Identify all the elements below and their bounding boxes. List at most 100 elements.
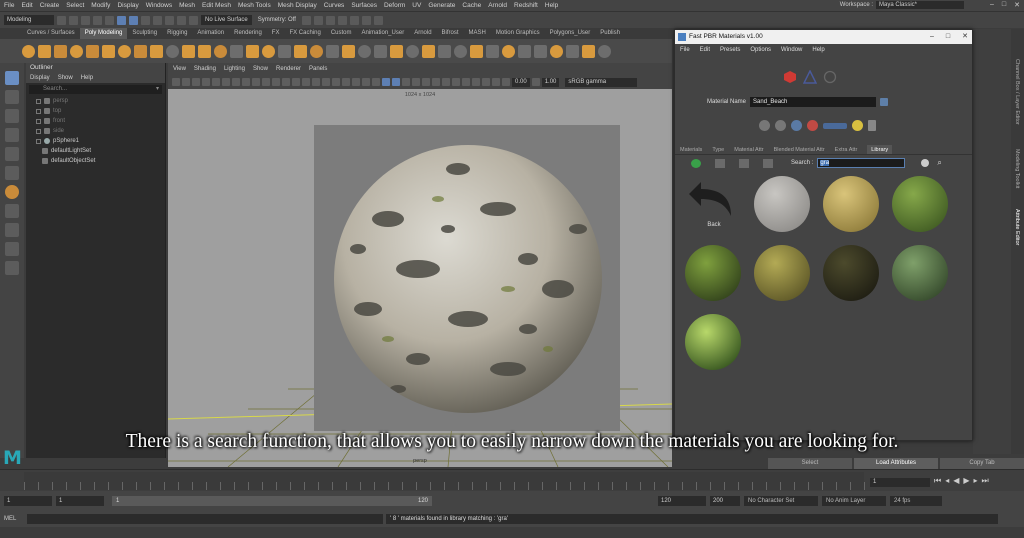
viewport-menu-item[interactable]: Show <box>253 63 268 75</box>
shelf-tab[interactable]: Animation_User <box>357 28 410 39</box>
start-frame-field[interactable]: 1 <box>4 496 52 506</box>
shelf-tool-icon[interactable] <box>294 44 307 58</box>
viewport-tool-icon[interactable] <box>472 78 480 86</box>
menu-item-select[interactable]: Select <box>66 2 84 9</box>
shelf-tool-icon[interactable] <box>70 44 83 58</box>
time-slider[interactable]: 1 ⏮ ◂ ◀ ▶ ▸ ⏭ <box>0 469 1024 491</box>
redshift-cube-icon[interactable] <box>783 70 797 84</box>
two-pane-layout-icon[interactable] <box>5 242 19 256</box>
viewport-tool-icon[interactable] <box>462 78 470 86</box>
pbr-tab[interactable]: Blended Material Attr <box>774 145 825 154</box>
playback-end-field[interactable]: 120 <box>658 496 706 506</box>
expand-icon[interactable] <box>36 108 41 114</box>
shelf-tab[interactable]: Poly Modeling <box>79 28 128 39</box>
pbr-titlebar[interactable]: Fast PBR Materials v1.00 – □ ✕ <box>675 30 972 44</box>
pbr-menu-item[interactable]: File <box>680 44 690 56</box>
outliner-menu-item[interactable]: Show <box>58 73 73 83</box>
snap-curve-icon[interactable] <box>165 15 174 25</box>
minimize-icon[interactable]: – <box>990 1 994 9</box>
shelf-tool-icon[interactable] <box>102 44 115 58</box>
viewport-tool-icon[interactable] <box>422 78 430 86</box>
shelf-tool-icon[interactable] <box>262 44 275 58</box>
outliner-layout-icon[interactable] <box>5 261 19 275</box>
shader-ball-icon[interactable] <box>775 120 786 131</box>
end-frame-field[interactable]: 200 <box>710 496 740 506</box>
mel-label[interactable]: MEL <box>4 516 24 522</box>
viewport-tool-icon[interactable] <box>412 78 420 86</box>
menu-item-modify[interactable]: Modify <box>91 2 110 9</box>
menu-item-cache[interactable]: Cache <box>462 2 481 9</box>
shelf-tool-icon[interactable] <box>582 44 595 58</box>
play-back-icon[interactable]: ◀ <box>953 476 959 486</box>
menu-item-uv[interactable]: UV <box>412 2 421 9</box>
viewport-menu-item[interactable]: View <box>173 63 186 75</box>
ae-load-attributes-button[interactable]: Load Attributes <box>854 458 938 469</box>
viewport-tool-icon[interactable] <box>192 78 200 86</box>
side-tab[interactable]: Modeling Toolkit <box>1014 149 1020 188</box>
outliner-menu-item[interactable]: Help <box>81 73 93 83</box>
viewport-tool-icon[interactable] <box>172 78 180 86</box>
menu-item-file[interactable]: File <box>4 2 14 9</box>
redshift-render-icon[interactable] <box>373 15 383 25</box>
shelf-tool-icon[interactable] <box>422 44 435 58</box>
shelf-tool-icon[interactable] <box>534 44 547 58</box>
shelf-tab[interactable]: Bifrost <box>437 28 464 39</box>
outliner-row[interactable]: top <box>26 106 165 116</box>
viewport-tool-icon[interactable] <box>452 78 460 86</box>
viewport-menu-item[interactable]: Panels <box>309 63 327 75</box>
render-settings-icon[interactable] <box>325 15 335 25</box>
snap-grid-icon[interactable] <box>153 15 162 25</box>
refresh-name-icon[interactable] <box>880 98 889 106</box>
shelf-tab[interactable]: FX <box>267 28 285 39</box>
shelf-tab[interactable]: Motion Graphics <box>491 28 545 39</box>
pbr-tab[interactable]: Extra Attr <box>835 145 858 154</box>
viewport-tool-icon[interactable] <box>482 78 490 86</box>
time-track[interactable] <box>24 472 865 490</box>
undo-icon[interactable] <box>93 15 102 25</box>
current-frame-field[interactable]: 1 <box>870 478 930 487</box>
select-tool-icon[interactable] <box>5 71 19 85</box>
snap-point-icon[interactable] <box>177 15 186 25</box>
material-thumbnail[interactable] <box>892 176 950 236</box>
search-icon[interactable]: ⌕ <box>937 158 941 168</box>
select-object-icon[interactable] <box>129 15 138 25</box>
gamma-icon[interactable] <box>531 78 540 86</box>
shelf-tool-icon[interactable] <box>278 44 291 58</box>
shelf-tool-icon[interactable] <box>150 44 163 58</box>
snap-plane-icon[interactable] <box>189 15 198 25</box>
viewport-tool-icon[interactable] <box>292 78 300 86</box>
viewport[interactable]: 1024 x 1024 persp <box>168 89 672 467</box>
pbr-menu-item[interactable]: Help <box>812 44 824 56</box>
ipr-render-icon[interactable] <box>313 15 323 25</box>
expand-icon[interactable] <box>36 128 41 134</box>
paint-select-icon[interactable] <box>5 109 19 123</box>
side-tab[interactable]: Attribute Editor <box>1014 209 1020 245</box>
material-thumbnail[interactable] <box>754 176 812 236</box>
new-scene-icon[interactable] <box>57 15 66 25</box>
preview-icon[interactable] <box>852 120 863 131</box>
symmetry-dropdown[interactable]: Symmetry: Off <box>255 17 299 23</box>
vray-icon[interactable] <box>823 70 837 84</box>
go-to-start-icon[interactable]: ⏮ <box>934 476 941 486</box>
menu-item-display[interactable]: Display <box>117 2 138 9</box>
viewport-tool-icon[interactable] <box>352 78 360 86</box>
menu-item-deform[interactable]: Deform <box>384 2 405 9</box>
shelf-tool-icon[interactable] <box>246 44 259 58</box>
shelf-tool-icon[interactable] <box>166 44 179 58</box>
outliner-row[interactable]: side <box>26 126 165 136</box>
viewport-tool-icon[interactable] <box>262 78 270 86</box>
menu-item-mesh-tools[interactable]: Mesh Tools <box>238 2 271 9</box>
side-tab[interactable]: Channel Box / Layer Editor <box>1014 59 1020 125</box>
material-thumbnail[interactable] <box>685 314 743 374</box>
workspace-dropdown[interactable]: Maya Classic* <box>876 1 964 9</box>
viewport-tool-icon[interactable] <box>402 78 410 86</box>
expand-icon[interactable] <box>36 118 41 124</box>
viewport-tool-icon[interactable] <box>332 78 340 86</box>
menu-item-mesh[interactable]: Mesh <box>179 2 195 9</box>
viewport-tool-icon[interactable] <box>302 78 310 86</box>
step-back-icon[interactable]: ◂ <box>945 476 949 486</box>
menu-set-dropdown[interactable]: Modeling <box>4 15 54 25</box>
viewport-menu-item[interactable]: Shading <box>194 63 216 75</box>
shelf-tool-icon[interactable] <box>230 44 243 58</box>
redo-icon[interactable] <box>105 15 114 25</box>
